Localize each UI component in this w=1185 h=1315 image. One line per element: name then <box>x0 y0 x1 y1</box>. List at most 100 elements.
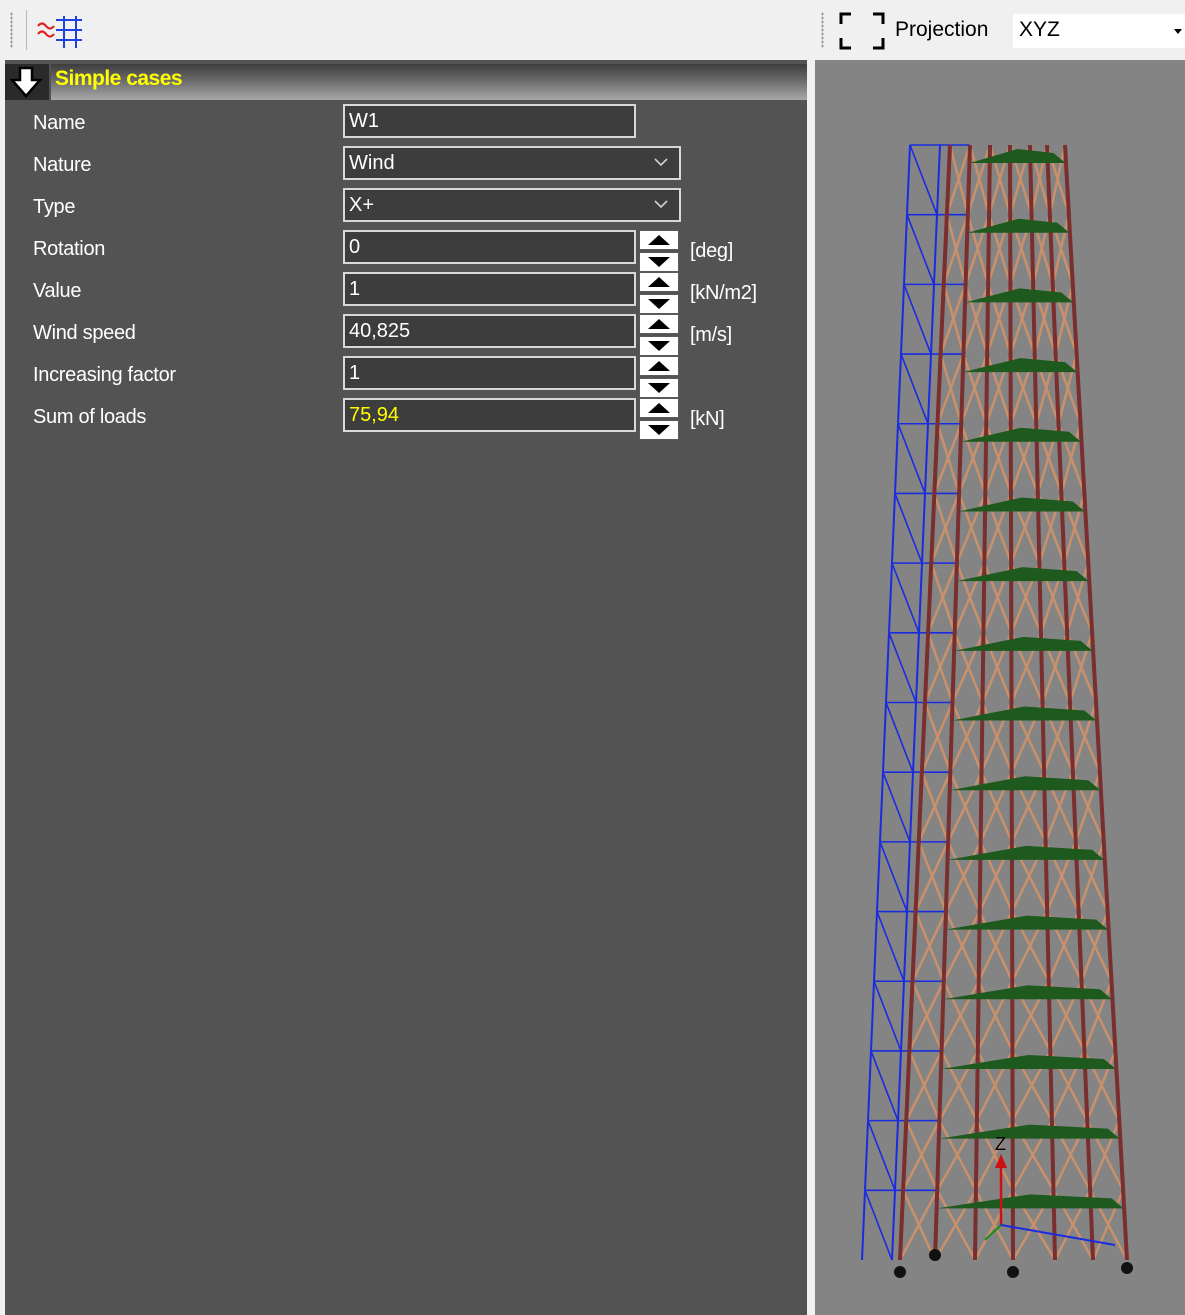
wind-arrow <box>943 985 1112 1000</box>
triangle-up-icon <box>648 319 670 329</box>
wind-speed-label: Wind speed <box>33 322 136 344</box>
triangle-up-icon <box>648 235 670 245</box>
triangle-down-icon <box>648 299 670 309</box>
side-frame-member <box>870 981 875 1051</box>
rotation-spinner <box>639 230 679 272</box>
side-frame-member <box>921 493 926 564</box>
side-frame-member <box>897 354 902 424</box>
rotation-input[interactable]: 0 <box>343 230 636 264</box>
type-value: X+ <box>349 194 375 216</box>
spin-up-button[interactable] <box>639 314 679 334</box>
spin-down-button[interactable] <box>639 252 679 272</box>
side-frame-member <box>933 214 938 285</box>
nature-label: Nature <box>33 154 92 176</box>
wind-speed-unit: [m/s] <box>690 324 732 346</box>
chevron-down-icon <box>654 158 668 167</box>
wind-arrow <box>954 636 1093 651</box>
brace <box>908 980 945 1052</box>
toolbar-grip[interactable] <box>821 12 824 48</box>
row-type: Type X+ <box>5 188 807 230</box>
row-value: Value 1 [kN/m2] <box>5 272 807 314</box>
value-input[interactable]: 1 <box>343 272 636 306</box>
side-frame-brace <box>879 841 908 912</box>
value-unit: [kN/m2] <box>690 282 757 304</box>
triangle-up-icon <box>648 403 670 413</box>
structure-3d-view[interactable]: Z <box>815 60 1185 1315</box>
side-frame-brace <box>891 562 920 634</box>
row-name: Name W1 <box>5 104 807 146</box>
side-frame-brace <box>894 493 923 564</box>
type-dropdown-button[interactable] <box>645 190 679 220</box>
projection-label: Projection <box>895 18 989 41</box>
toolbar-separator <box>26 10 27 50</box>
type-select[interactable]: X+ <box>343 188 681 222</box>
spin-down-button[interactable] <box>639 420 679 440</box>
nature-dropdown-button[interactable] <box>645 148 679 178</box>
zoom-extents-icon[interactable] <box>839 12 885 55</box>
side-frame-member <box>927 354 932 424</box>
wind-load-generator-icon[interactable] <box>34 12 86 50</box>
side-frame-member <box>879 772 884 842</box>
side-frame-member <box>906 144 911 215</box>
increasing-factor-input[interactable]: 1 <box>343 356 636 390</box>
side-frame-member <box>891 493 896 564</box>
side-frame-member <box>888 563 893 633</box>
side-frame-member <box>882 702 887 773</box>
wind-arrow <box>945 915 1109 930</box>
side-frame-brace <box>867 1120 896 1191</box>
side-frame-brace <box>882 771 911 843</box>
wind-arrow <box>936 1194 1124 1209</box>
brace <box>902 1120 941 1191</box>
side-frame-member <box>897 1050 902 1121</box>
toolbar-grip[interactable] <box>10 12 13 48</box>
spin-up-button[interactable] <box>639 272 679 292</box>
side-frame-brace <box>903 284 932 355</box>
nature-value: Wind <box>349 152 395 174</box>
projection-select[interactable]: XYZ <box>1013 14 1185 48</box>
brace <box>905 1050 943 1122</box>
side-frame-member <box>936 144 941 215</box>
triangle-down-icon <box>648 341 670 351</box>
brace <box>917 771 952 843</box>
nature-select[interactable]: Wind <box>343 146 681 180</box>
wind-arrow <box>967 218 1070 233</box>
brace <box>914 841 950 913</box>
side-frame-brace <box>870 1050 899 1121</box>
support-node <box>1007 1266 1019 1278</box>
support-node <box>929 1249 941 1261</box>
name-input[interactable]: W1 <box>343 104 636 138</box>
spin-down-button[interactable] <box>639 378 679 398</box>
side-frame-member <box>873 911 878 982</box>
spin-down-button[interactable] <box>639 294 679 314</box>
side-frame-member <box>867 1050 872 1121</box>
side-frame-member <box>900 981 905 1051</box>
spin-up-button[interactable] <box>639 398 679 418</box>
sum-of-loads-input[interactable]: 75,94 <box>343 398 636 432</box>
row-wind-speed: Wind speed 40,825 [m/s] <box>5 314 807 356</box>
properties-panel: Simple cases Name W1 Nature Wind Type X+… <box>5 60 807 1315</box>
side-frame-member <box>924 423 929 494</box>
increasing-factor-spinner <box>639 356 679 398</box>
side-frame-member <box>891 1190 896 1261</box>
side-frame-member <box>885 632 890 703</box>
side-frame-brace <box>909 144 938 215</box>
value-spinner <box>639 272 679 314</box>
triangle-down-icon <box>648 257 670 267</box>
row-nature: Nature Wind <box>5 146 807 188</box>
row-sum-of-loads: Sum of loads 75,94 [kN] <box>5 398 807 440</box>
wind-arrow <box>939 1124 1120 1139</box>
wind-speed-input[interactable]: 40,825 <box>343 314 636 348</box>
properties-toolbar <box>0 0 810 60</box>
spin-down-button[interactable] <box>639 336 679 356</box>
sum-of-loads-unit: [kN] <box>690 408 725 430</box>
section-header[interactable]: Simple cases <box>5 60 807 100</box>
side-frame-brace <box>876 911 905 982</box>
side-frame-member <box>894 423 899 494</box>
side-frame-member <box>912 702 917 773</box>
rotation-label: Rotation <box>33 238 106 260</box>
collapse-arrow-icon[interactable] <box>5 64 49 100</box>
spin-up-button[interactable] <box>639 230 679 250</box>
spin-up-button[interactable] <box>639 356 679 376</box>
side-frame-member <box>900 284 905 355</box>
type-label: Type <box>33 196 76 218</box>
